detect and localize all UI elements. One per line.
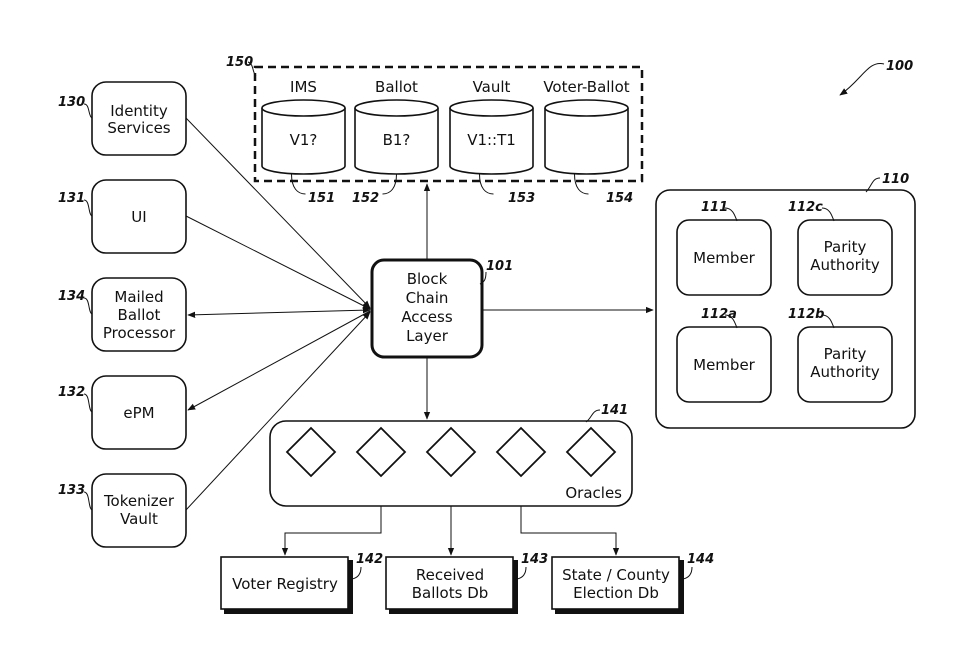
block-chain-access-layer[interactable]: Block Chain Access Layer 101 (370, 258, 513, 359)
cylinder-top (354, 99, 439, 117)
svg-text:Received: Received (416, 566, 484, 584)
svg-text:Layer: Layer (406, 327, 449, 345)
ref-label: 152 (352, 191, 379, 206)
svg-text:Chain: Chain (406, 289, 449, 307)
ref-label: 101 (486, 259, 513, 274)
svg-text:Ballots Db: Ballots Db (412, 584, 489, 602)
ref-label: 112a (701, 307, 737, 322)
svg-text:Member: Member (693, 356, 756, 374)
ref-label: 132 (58, 385, 85, 400)
ref-label: 151 (308, 191, 335, 206)
ref-label: 131 (58, 191, 85, 206)
ref-label: 143 (521, 552, 548, 567)
external-db-1[interactable]: ReceivedBallots Db 143 (385, 552, 548, 614)
svg-text:Election Db: Election Db (573, 584, 659, 602)
ref-label: 130 (58, 95, 85, 110)
svg-text:Services: Services (107, 119, 170, 137)
ref-label: 153 (508, 191, 535, 206)
svg-text:Access: Access (401, 308, 453, 326)
figure-ref-arrow (839, 63, 885, 96)
ref-label: 142 (356, 552, 383, 567)
svg-text:Parity: Parity (824, 238, 867, 256)
ref-label: 154 (606, 191, 633, 206)
cylinder-body (544, 108, 629, 175)
svg-text:State / County: State / County (562, 566, 670, 584)
datastore-3[interactable]: Voter-Ballot 154 (543, 78, 633, 206)
client-identity-services[interactable]: Identity Services 130 (58, 81, 187, 156)
datastore-title: Vault (473, 78, 511, 96)
client-mailed-ballot-processor[interactable]: Mailed Ballot Processor 134 (58, 277, 187, 352)
ref-label: 141 (601, 403, 628, 418)
ref-label: 144 (687, 552, 714, 567)
external-db-2[interactable]: State / CountyElection Db 144 (551, 552, 714, 614)
bcal-to-epm-arrow (187, 310, 371, 411)
external-db-0[interactable]: Voter Registry 142 (220, 552, 383, 614)
svg-text:Mailed: Mailed (114, 288, 163, 306)
ref-label: 133 (58, 483, 85, 498)
svg-text:Voter Registry: Voter Registry (232, 575, 338, 593)
datastore-title: Ballot (375, 78, 418, 96)
datastore-content: V1? (290, 131, 318, 149)
datastore-title: Voter-Ballot (543, 78, 629, 96)
ui-to-bcal-arrow (185, 215, 371, 310)
svg-text:Ballot: Ballot (118, 306, 161, 324)
ref-label: 112c (788, 200, 823, 215)
client-ui[interactable]: UI 131 (58, 179, 187, 254)
client-tokenizer-vault[interactable]: Tokenizer Vault 133 (58, 473, 187, 548)
ref-label: 110 (882, 172, 909, 187)
figure-ref: 100 (886, 59, 913, 74)
datastore-content: B1? (383, 131, 411, 149)
svg-text:Authority: Authority (810, 363, 880, 381)
svg-text:Member: Member (693, 249, 756, 267)
datastore-0[interactable]: IMS V1? 151 (261, 78, 346, 206)
oracles-label: Oracles (565, 484, 622, 502)
svg-text:UI: UI (131, 208, 146, 226)
ref-label: 111 (701, 200, 728, 215)
ref-label: 134 (58, 289, 85, 304)
client-epm[interactable]: ePM 132 (58, 375, 187, 450)
svg-text:Parity: Parity (824, 345, 867, 363)
datastore-1[interactable]: Ballot B1? 152 (352, 78, 439, 206)
system-diagram: 100 Identity Services 130 UI 131 Mailed … (58, 55, 916, 614)
datastore-2[interactable]: VaultV1::T1153 (449, 78, 535, 206)
datastore-content: V1::T1 (467, 131, 516, 149)
cylinder-top (449, 99, 534, 117)
svg-text:Authority: Authority (810, 256, 880, 274)
cylinder-top (544, 99, 629, 117)
svg-text:Identity: Identity (110, 102, 168, 120)
datastore-title: IMS (290, 78, 317, 96)
svg-text:Tokenizer: Tokenizer (103, 492, 175, 510)
svg-text:Processor: Processor (103, 324, 176, 342)
ref-label: 112b (788, 307, 824, 322)
svg-text:Block: Block (407, 270, 448, 288)
svg-text:ePM: ePM (123, 404, 154, 422)
svg-text:Vault: Vault (120, 510, 158, 528)
mailed-bcal-arrow (187, 306, 371, 319)
cylinder-top (261, 99, 346, 117)
